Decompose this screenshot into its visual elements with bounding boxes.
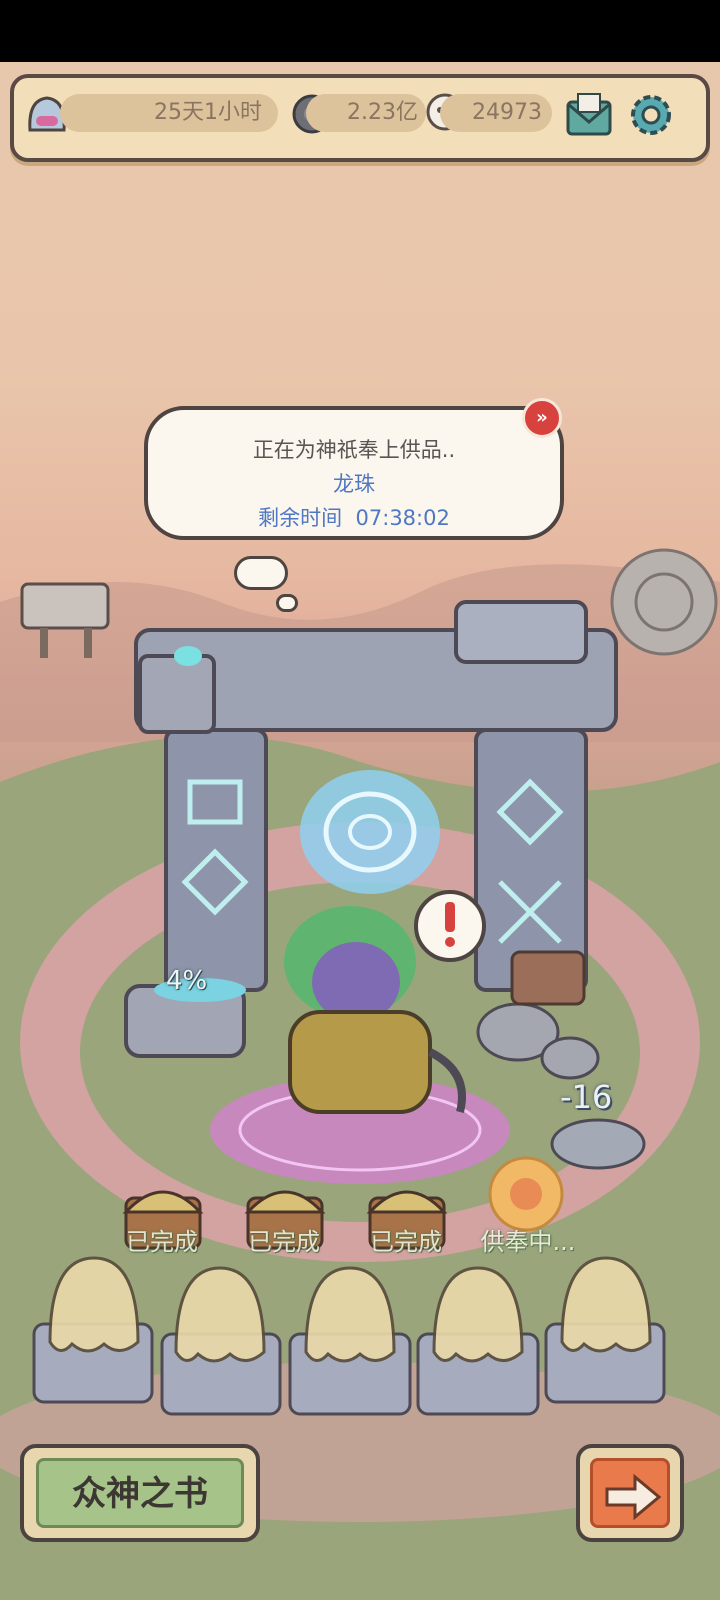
offering-bubble: 正在为神祇奉上供品.. 龙珠 剩余时间 07:38:02: [144, 406, 564, 540]
thought-dot-small: [276, 594, 298, 612]
mail-icon[interactable]: [564, 92, 614, 138]
coin-count: 2.23亿: [306, 94, 426, 132]
thought-dot-large: [234, 556, 288, 590]
slot-1-status[interactable]: 已完成: [102, 1222, 222, 1257]
next-button[interactable]: [576, 1444, 684, 1542]
slot-2-status[interactable]: 已完成: [224, 1222, 344, 1257]
status-bar: [0, 0, 720, 62]
fast-forward-button[interactable]: »: [522, 398, 562, 438]
offering-timer: 剩余时间 07:38:02: [148, 502, 560, 532]
time-remaining: 25天1小时: [60, 94, 278, 132]
game-scene: [0, 62, 720, 1600]
score-delta: -16: [560, 1078, 613, 1116]
arrow-right-icon: [605, 1473, 662, 1521]
fast-forward-icon: »: [536, 407, 548, 428]
book-of-gods-label: 众神之书: [36, 1458, 244, 1528]
altar-progress: 4%: [166, 966, 208, 996]
gear-icon[interactable]: [626, 90, 676, 140]
soul-count: 24973: [440, 94, 552, 132]
next-button-face: [590, 1458, 670, 1528]
timer-value: 07:38:02: [355, 506, 450, 530]
slot-4-status[interactable]: 供奉中...: [468, 1222, 588, 1257]
book-of-gods-button[interactable]: 众神之书: [20, 1444, 260, 1542]
offering-item: 龙珠: [333, 472, 375, 496]
slot-3-status[interactable]: 已完成: [346, 1222, 466, 1257]
timer-label: 剩余时间: [258, 506, 343, 530]
scene-background: [0, 548, 720, 1600]
offering-status: 正在为神祇奉上供品..: [252, 438, 456, 462]
